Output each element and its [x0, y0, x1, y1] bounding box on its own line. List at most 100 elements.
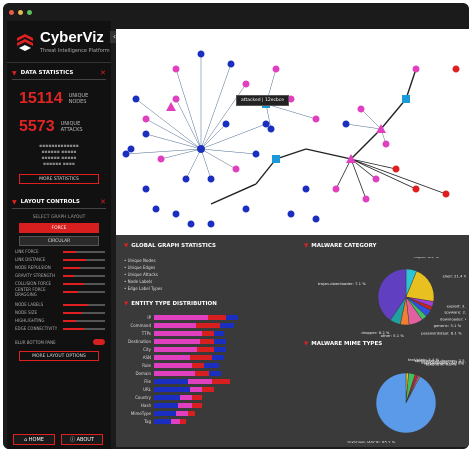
malware-category-header[interactable]: ▼ MALWARE CATEGORY	[304, 243, 377, 249]
graph-edge[interactable]	[145, 133, 202, 150]
graph-node[interactable]	[312, 215, 320, 223]
graph-node[interactable]	[402, 95, 410, 103]
graph-edge[interactable]	[200, 148, 212, 180]
layout-circular-button[interactable]: CIRCULAR	[19, 236, 99, 246]
graph-node[interactable]	[197, 50, 205, 58]
global-stats-header[interactable]: ▼ GLOBAL GRAPH STATISTICS	[124, 243, 216, 249]
graph-node[interactable]	[227, 60, 235, 68]
option-slider[interactable]	[63, 250, 105, 253]
graph-edge[interactable]	[405, 68, 417, 100]
graph-node[interactable]	[142, 115, 150, 123]
graph-node[interactable]	[392, 165, 400, 173]
graph-node[interactable]	[272, 65, 280, 73]
more-statistics-button[interactable]: MORE STATISTICS	[19, 174, 99, 184]
graph-node[interactable]	[207, 175, 215, 183]
maximize-dot[interactable]	[27, 9, 32, 15]
graph-edge[interactable]	[210, 183, 257, 205]
data-statistics-header[interactable]: ▼ DATA STATISTICS ✕	[12, 69, 106, 80]
graph-node[interactable]	[172, 95, 180, 103]
graph-node[interactable]	[166, 102, 176, 111]
option-slider[interactable]	[63, 274, 105, 277]
graph-node[interactable]	[242, 80, 250, 88]
graph-node[interactable]	[122, 150, 130, 158]
graph-node[interactable]	[127, 145, 135, 153]
graph-edge[interactable]	[145, 118, 202, 150]
option-slider[interactable]	[63, 327, 105, 330]
graph-canvas[interactable]	[116, 29, 469, 235]
graph-node[interactable]	[142, 185, 150, 193]
graph-edge[interactable]	[125, 148, 202, 155]
graph-edge[interactable]	[200, 123, 267, 150]
graph-edge[interactable]	[335, 158, 352, 190]
graph-node[interactable]	[232, 165, 240, 173]
graph-edge[interactable]	[175, 98, 202, 150]
graph-edge[interactable]	[275, 148, 307, 160]
graph-node[interactable]	[182, 175, 190, 183]
graph-node[interactable]	[357, 105, 365, 113]
graph-node[interactable]	[362, 195, 370, 203]
home-button[interactable]: ⌂ HOME	[13, 434, 55, 445]
graph-node[interactable]	[262, 120, 270, 128]
graph-node[interactable]	[312, 115, 320, 123]
graph-node[interactable]	[197, 145, 205, 153]
layout-controls-header[interactable]: ▼ LAYOUT CONTROLS ✕	[12, 198, 106, 209]
graph-node[interactable]	[382, 140, 390, 148]
network-graph[interactable]: attacked | 12ecbce	[116, 29, 469, 235]
graph-node[interactable]	[172, 210, 180, 218]
graph-node[interactable]	[442, 190, 450, 198]
graph-edge[interactable]	[360, 108, 382, 130]
close-icon[interactable]: ✕	[100, 69, 106, 77]
graph-node[interactable]	[252, 150, 260, 158]
graph-node[interactable]	[207, 220, 215, 228]
graph-edge[interactable]	[350, 158, 447, 195]
graph-edge[interactable]	[200, 83, 247, 150]
graph-edge[interactable]	[345, 123, 382, 130]
option-slider[interactable]	[63, 258, 105, 261]
option-slider[interactable]	[63, 290, 105, 293]
graph-node[interactable]	[272, 155, 280, 163]
graph-node[interactable]	[222, 120, 230, 128]
graph-edge[interactable]	[200, 123, 227, 150]
graph-node[interactable]	[332, 185, 340, 193]
graph-node[interactable]	[302, 185, 310, 193]
graph-node[interactable]	[172, 65, 180, 73]
node-tooltip: attacked | 12ecbce	[236, 95, 290, 106]
graph-edge[interactable]	[200, 148, 237, 170]
layout-option-row: NODE SIZE	[15, 310, 105, 315]
graph-node[interactable]	[287, 210, 295, 218]
graph-node[interactable]	[342, 120, 350, 128]
graph-edge[interactable]	[175, 68, 202, 150]
graph-node[interactable]	[142, 130, 150, 138]
about-button[interactable]: ⓘ ABOUT	[61, 434, 103, 445]
mime-types-header[interactable]: ▼ MALWARE MIME TYPES	[304, 341, 382, 347]
graph-node[interactable]	[372, 175, 380, 183]
graph-node[interactable]	[452, 65, 460, 73]
graph-edge[interactable]	[200, 63, 232, 150]
graph-edge[interactable]	[200, 148, 257, 155]
graph-edge[interactable]	[380, 98, 407, 130]
option-slider[interactable]	[63, 303, 105, 306]
entity-type-header[interactable]: ▼ ENTITY TYPE DISTRIBUTION	[124, 301, 217, 307]
graph-node[interactable]	[187, 220, 195, 228]
option-slider[interactable]	[63, 282, 105, 285]
graph-node[interactable]	[157, 155, 165, 163]
minimize-dot[interactable]	[18, 9, 23, 15]
more-layout-options-button[interactable]: MORE LAYOUT OPTIONS	[19, 351, 99, 361]
close-dot[interactable]	[9, 9, 14, 15]
option-slider[interactable]	[63, 266, 105, 269]
graph-node[interactable]	[132, 95, 140, 103]
graph-edge[interactable]	[305, 148, 352, 160]
graph-node[interactable]	[412, 65, 420, 73]
blur-toggle[interactable]	[93, 339, 105, 345]
layout-force-button[interactable]: FORCE	[19, 223, 99, 233]
close-icon[interactable]: ✕	[100, 198, 106, 206]
graph-node[interactable]	[412, 185, 420, 193]
option-slider[interactable]	[63, 311, 105, 314]
option-slider[interactable]	[63, 319, 105, 322]
graph-node[interactable]	[267, 125, 275, 133]
graph-node[interactable]	[242, 205, 250, 213]
graph-edge[interactable]	[350, 128, 382, 160]
graph-edge[interactable]	[265, 103, 317, 120]
graph-edge[interactable]	[185, 148, 202, 180]
graph-node[interactable]	[152, 205, 160, 213]
